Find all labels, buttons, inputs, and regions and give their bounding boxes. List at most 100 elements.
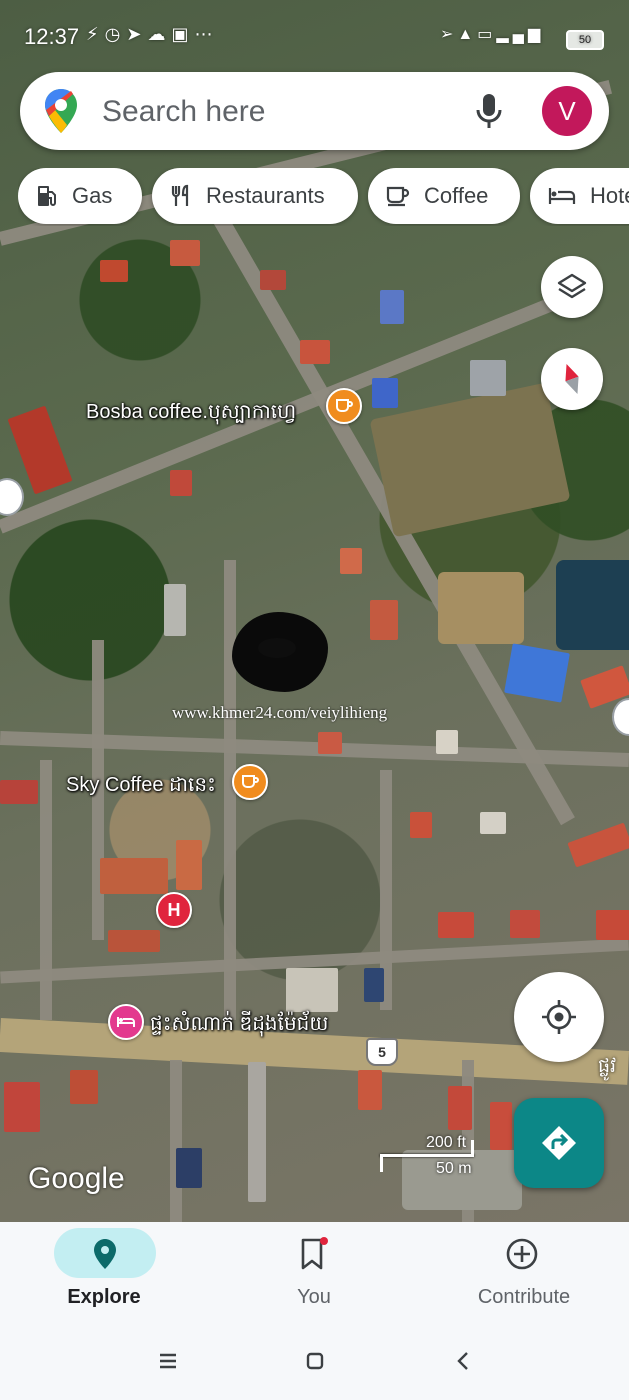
map-road <box>40 760 52 1020</box>
building <box>170 240 200 266</box>
search-input[interactable] <box>100 86 474 138</box>
building <box>70 1070 98 1104</box>
pond <box>556 560 629 650</box>
chip-coffee[interactable]: Coffee <box>368 168 520 224</box>
building <box>370 600 398 640</box>
fork-knife-icon <box>171 184 189 206</box>
building <box>100 260 128 282</box>
compass-icon <box>565 363 579 395</box>
location-pin-icon <box>94 1239 116 1269</box>
add-circle-icon <box>506 1238 538 1270</box>
building <box>596 910 629 940</box>
nav-contribute[interactable]: Contribute <box>424 1222 624 1334</box>
building <box>490 1102 512 1150</box>
poi-label-sky-coffee[interactable]: Sky Coffee ដានេះ <box>66 771 216 801</box>
chip-hotels[interactable]: Hotels <box>530 168 629 224</box>
search-bar[interactable]: V <box>20 72 609 150</box>
hospital-pin[interactable]: H <box>156 892 192 928</box>
bottom-navigation: Explore You Contribute <box>0 1222 629 1334</box>
lodging-pin[interactable] <box>108 1004 144 1040</box>
offscreen-marker[interactable] <box>612 698 629 736</box>
chip-label: Hotels <box>590 183 629 208</box>
building <box>510 910 540 938</box>
chip-gas[interactable]: Gas <box>18 168 142 224</box>
layers-button[interactable] <box>541 256 603 318</box>
bed-icon <box>548 188 576 204</box>
microphone-icon[interactable] <box>474 92 504 130</box>
status-bar: 12:37 ⚡◷➤☁▣⋯ ➢▲▭▂▄▆ 50 <box>0 22 629 56</box>
signal-broken-icon: ⚡ <box>86 24 105 44</box>
google-maps-logo-icon <box>45 89 77 133</box>
building <box>176 840 202 890</box>
scale-imperial: 200 ft <box>426 1134 467 1151</box>
more-icon: ⋯ <box>194 24 219 44</box>
building <box>260 270 286 290</box>
building <box>170 470 192 496</box>
building <box>504 643 570 703</box>
home-icon[interactable] <box>305 1351 325 1371</box>
4g-signal-icon: ▲ <box>457 26 478 43</box>
building <box>358 1070 382 1110</box>
bookmark-icon <box>301 1237 328 1270</box>
open-field <box>369 382 571 538</box>
menu-icon[interactable] <box>158 1352 178 1370</box>
poi-label-guesthouse[interactable]: ផ្ទះសំណាក់ ឌីដុងម៉ែជ័យ <box>150 1010 328 1040</box>
coffee-pin[interactable] <box>232 764 268 800</box>
cloud-icon: ☁ <box>147 24 172 44</box>
directions-icon <box>542 1126 576 1160</box>
building <box>164 584 186 636</box>
nav-label: Contribute <box>477 1286 571 1308</box>
system-status-icons: ➢▲▭▂▄▆ <box>440 24 544 44</box>
category-chips: Gas Restaurants Coffee Hotels <box>18 168 629 226</box>
navigation-icon: ➤ <box>126 24 148 44</box>
nav-label: Explore <box>67 1286 141 1308</box>
compass-button[interactable] <box>541 348 603 410</box>
building <box>372 378 398 408</box>
building <box>364 968 384 1002</box>
directions-button[interactable] <box>514 1098 604 1188</box>
building <box>4 1082 40 1132</box>
building <box>380 290 404 324</box>
chip-label: Restaurants <box>206 183 325 208</box>
building <box>176 1148 202 1188</box>
watermark-text: www.khmer24.com/veiylihieng <box>172 703 388 722</box>
coffee-pin[interactable] <box>326 388 362 424</box>
my-location-button[interactable] <box>514 972 604 1062</box>
my-location-icon <box>542 1000 576 1034</box>
building <box>448 1086 472 1130</box>
layers-icon <box>557 273 587 299</box>
gas-station-icon <box>38 186 56 206</box>
building <box>248 1062 266 1202</box>
battery-icon: 50 <box>566 30 604 50</box>
coffee-cup-icon <box>386 186 410 207</box>
google-attribution: Google <box>28 1162 125 1195</box>
system-navigation-bar <box>0 1334 629 1400</box>
scale-metric: 50 m <box>436 1160 472 1177</box>
bed-icon <box>117 1017 135 1027</box>
building <box>0 780 38 804</box>
chip-label: Gas <box>72 183 113 208</box>
building <box>100 858 168 894</box>
open-field <box>438 572 524 644</box>
signal-bars-icon: ▂▄▆ <box>496 26 545 43</box>
nav-explore[interactable]: Explore <box>4 1222 204 1334</box>
hospital-icon: H <box>167 899 181 920</box>
back-icon[interactable] <box>455 1351 471 1371</box>
building <box>410 812 432 838</box>
location-icon: ➢ <box>440 26 458 43</box>
building <box>480 812 506 834</box>
volte-icon: ▭ <box>477 26 497 43</box>
building <box>300 340 330 364</box>
road-label: ផ្លូវ <box>598 1056 617 1077</box>
nav-you[interactable]: You <box>214 1222 414 1334</box>
status-time: 12:37 <box>24 24 80 49</box>
route-shield: 5 <box>366 1038 398 1066</box>
avatar[interactable]: V <box>542 86 592 136</box>
building <box>436 730 458 754</box>
building <box>438 912 474 938</box>
poi-label-bosba-coffee[interactable]: Bosba coffee.បុស្បាកាហ្វេ <box>86 398 296 428</box>
notification-icons: ⚡◷➤☁▣⋯ <box>86 24 218 45</box>
chip-restaurants[interactable]: Restaurants <box>152 168 358 224</box>
building <box>340 548 362 574</box>
nav-label: You <box>297 1286 331 1308</box>
